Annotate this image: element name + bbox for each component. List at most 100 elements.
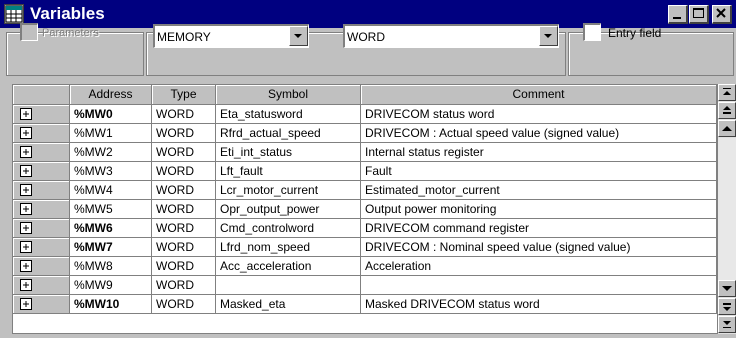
- expander-cell[interactable]: [13, 238, 70, 257]
- cell-comment[interactable]: Estimated_motor_current: [361, 181, 717, 200]
- cell-address[interactable]: %MW2: [70, 143, 152, 162]
- expander-cell[interactable]: [13, 162, 70, 181]
- cell-symbol[interactable]: Lcr_motor_current: [216, 181, 361, 200]
- expander-cell[interactable]: [13, 257, 70, 276]
- memory-type-dropdown-button[interactable]: [289, 26, 308, 46]
- plus-box-icon[interactable]: [20, 241, 32, 253]
- plus-box-icon[interactable]: [20, 127, 32, 139]
- table-row[interactable]: %MW1 WORD Rfrd_actual_speed DRIVECOM : Actu…: [13, 124, 717, 143]
- header-symbol[interactable]: Symbol: [216, 85, 361, 105]
- scroll-bottom-button[interactable]: [718, 316, 736, 333]
- header-type[interactable]: Type: [152, 85, 216, 105]
- memory-type-select[interactable]: MEMORY: [153, 24, 309, 48]
- cell-symbol[interactable]: Masked_eta: [216, 295, 361, 314]
- cell-symbol[interactable]: Lfrd_nom_speed: [216, 238, 361, 257]
- cell-address[interactable]: %MW7: [70, 238, 152, 257]
- table-row[interactable]: %MW8 WORD Acc_acceleration Acceleration: [13, 257, 717, 276]
- cell-type[interactable]: WORD: [152, 181, 216, 200]
- scroll-track[interactable]: [718, 138, 736, 280]
- expander-cell[interactable]: [13, 295, 70, 314]
- entry-field-checkbox[interactable]: [583, 23, 601, 41]
- cell-comment[interactable]: Fault: [361, 162, 717, 181]
- scroll-top-button[interactable]: [718, 84, 736, 101]
- cell-comment[interactable]: Masked DRIVECOM status word: [361, 295, 717, 314]
- scroll-up-button[interactable]: [718, 120, 736, 137]
- table-row[interactable]: %MW9 WORD: [13, 276, 717, 295]
- cell-comment[interactable]: Internal status register: [361, 143, 717, 162]
- variables-window-icon[interactable]: [4, 4, 24, 24]
- cell-comment[interactable]: DRIVECOM : Nominal speed value (signed v…: [361, 238, 717, 257]
- plus-box-icon[interactable]: [20, 184, 32, 196]
- plus-box-icon[interactable]: [20, 260, 32, 272]
- maximize-button[interactable]: [689, 5, 709, 24]
- cell-symbol[interactable]: [216, 276, 361, 295]
- table-row[interactable]: %MW7 WORD Lfrd_nom_speed DRIVECOM : Nominal…: [13, 238, 717, 257]
- minimize-button[interactable]: [668, 5, 688, 24]
- plus-box-icon[interactable]: [20, 146, 32, 158]
- plus-box-icon[interactable]: [20, 298, 32, 310]
- cell-type[interactable]: WORD: [152, 238, 216, 257]
- cell-comment[interactable]: Acceleration: [361, 257, 717, 276]
- cell-address[interactable]: %MW3: [70, 162, 152, 181]
- cell-address[interactable]: %MW5: [70, 200, 152, 219]
- cell-comment[interactable]: DRIVECOM status word: [361, 105, 717, 124]
- table-row[interactable]: %MW0 WORD Eta_statusword DRIVECOM status wo…: [13, 105, 717, 124]
- cell-type[interactable]: WORD: [152, 219, 216, 238]
- vertical-scrollbar[interactable]: [718, 84, 736, 334]
- plus-box-icon[interactable]: [20, 279, 32, 291]
- data-type-select[interactable]: WORD: [343, 24, 559, 48]
- table-row[interactable]: %MW6 WORD Cmd_controlword DRIVECOM command …: [13, 219, 717, 238]
- page-down-button[interactable]: [718, 298, 736, 315]
- cell-comment[interactable]: DRIVECOM : Actual speed value (signed va…: [361, 124, 717, 143]
- table-row[interactable]: %MW3 WORD Lft_fault Fault: [13, 162, 717, 181]
- expander-cell[interactable]: [13, 124, 70, 143]
- cell-symbol[interactable]: Rfrd_actual_speed: [216, 124, 361, 143]
- cell-comment[interactable]: [361, 276, 717, 295]
- expander-cell[interactable]: [13, 200, 70, 219]
- plus-box-icon[interactable]: [20, 203, 32, 215]
- cell-address[interactable]: %MW4: [70, 181, 152, 200]
- table-row[interactable]: %MW2 WORD Eti_int_status Internal status re…: [13, 143, 717, 162]
- header-comment[interactable]: Comment: [361, 85, 717, 105]
- table-row[interactable]: %MW10 WORD Masked_eta Masked DRIVECOM statu…: [13, 295, 717, 314]
- cell-type[interactable]: WORD: [152, 257, 216, 276]
- table-row[interactable]: %MW4 WORD Lcr_motor_current Estimated_motor…: [13, 181, 717, 200]
- expander-cell[interactable]: [13, 143, 70, 162]
- cell-type[interactable]: WORD: [152, 143, 216, 162]
- expander-cell[interactable]: [13, 181, 70, 200]
- cell-type[interactable]: WORD: [152, 124, 216, 143]
- scroll-down-button[interactable]: [718, 280, 736, 297]
- cell-type[interactable]: WORD: [152, 295, 216, 314]
- cell-address[interactable]: %MW0: [70, 105, 152, 124]
- cell-symbol[interactable]: Acc_acceleration: [216, 257, 361, 276]
- parameters-checkbox[interactable]: [20, 23, 38, 41]
- expander-cell[interactable]: [13, 276, 70, 295]
- cell-type[interactable]: WORD: [152, 200, 216, 219]
- cell-address[interactable]: %MW8: [70, 257, 152, 276]
- cell-comment[interactable]: Output power monitoring: [361, 200, 717, 219]
- table-row[interactable]: %MW5 WORD Opr_output_power Output power mon…: [13, 200, 717, 219]
- cell-type[interactable]: WORD: [152, 105, 216, 124]
- expander-cell[interactable]: [13, 105, 70, 124]
- cell-symbol[interactable]: Lft_fault: [216, 162, 361, 181]
- expander-cell[interactable]: [13, 219, 70, 238]
- plus-box-icon[interactable]: [20, 222, 32, 234]
- data-type-dropdown-button[interactable]: [539, 26, 558, 46]
- cell-symbol[interactable]: Eta_statusword: [216, 105, 361, 124]
- plus-box-icon[interactable]: [20, 108, 32, 120]
- plus-box-icon[interactable]: [20, 165, 32, 177]
- cell-comment[interactable]: DRIVECOM command register: [361, 219, 717, 238]
- header-address[interactable]: Address: [70, 85, 152, 105]
- header-expander-column[interactable]: [13, 85, 70, 105]
- cell-symbol[interactable]: Eti_int_status: [216, 143, 361, 162]
- page-up-button[interactable]: [718, 102, 736, 119]
- close-button[interactable]: [712, 5, 732, 24]
- cell-symbol[interactable]: Cmd_controlword: [216, 219, 361, 238]
- cell-address[interactable]: %MW9: [70, 276, 152, 295]
- cell-symbol[interactable]: Opr_output_power: [216, 200, 361, 219]
- cell-address[interactable]: %MW6: [70, 219, 152, 238]
- cell-address[interactable]: %MW1: [70, 124, 152, 143]
- cell-address[interactable]: %MW10: [70, 295, 152, 314]
- cell-type[interactable]: WORD: [152, 162, 216, 181]
- cell-type[interactable]: WORD: [152, 276, 216, 295]
